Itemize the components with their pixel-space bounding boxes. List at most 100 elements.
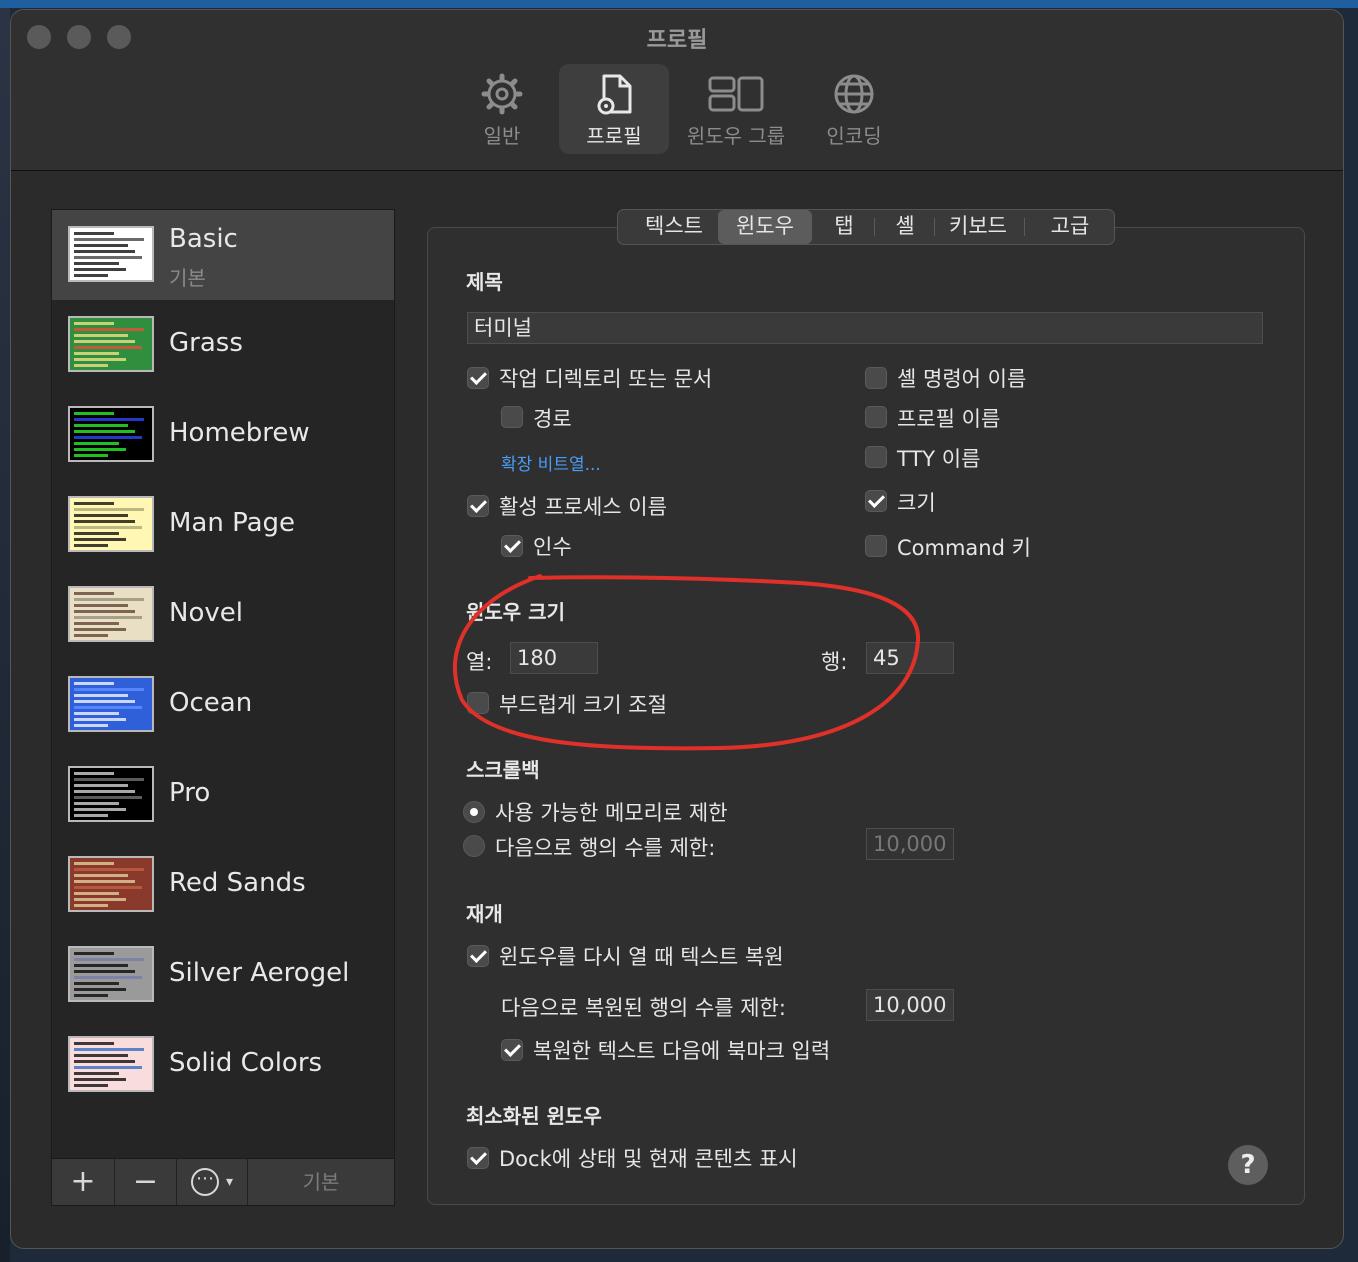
profile-thumbnail xyxy=(68,496,154,552)
profile-name: Basic xyxy=(169,224,238,254)
limit-memory-radio[interactable] xyxy=(463,801,485,823)
shell-command-label: 셸 명령어 이름 xyxy=(897,367,1027,391)
bookmark-checkbox[interactable] xyxy=(501,1039,523,1061)
profile-name-label: 프로필 이름 xyxy=(897,407,1001,431)
profile-thumbnail xyxy=(68,226,154,282)
restored-rows-input[interactable]: 10,000 xyxy=(866,989,954,1021)
toolbar-general[interactable]: 일반 xyxy=(447,64,557,154)
bookmark-label: 복원한 텍스트 다음에 북마크 입력 xyxy=(533,1039,831,1063)
settings-tabs: 텍스트 윈도우 탭 셸 키보드 고급 xyxy=(617,209,1115,245)
profile-name-checkbox[interactable] xyxy=(865,406,887,428)
thumbnail-line xyxy=(74,904,108,907)
thumbnail-line xyxy=(74,424,128,427)
profile-item-novel[interactable]: Novel xyxy=(52,570,394,660)
arguments-checkbox[interactable] xyxy=(501,535,523,557)
tab-separator xyxy=(1024,218,1025,236)
active-process-checkbox[interactable] xyxy=(467,495,489,517)
thumbnail-line xyxy=(74,604,128,607)
limit-rows-label: 다음으로 행의 수를 제한: xyxy=(495,836,716,860)
profile-thumbnail xyxy=(68,586,154,642)
thumbnail-line xyxy=(74,1078,126,1081)
smooth-resize-checkbox[interactable] xyxy=(467,692,489,714)
desktop-background xyxy=(0,0,1358,8)
profile-item-homebrew[interactable]: Homebrew xyxy=(52,390,394,480)
path-checkbox[interactable] xyxy=(501,406,523,428)
chevron-down-icon: ▾ xyxy=(225,1174,234,1190)
thumbnail-line xyxy=(74,262,119,265)
thumbnail-line xyxy=(74,238,144,241)
working-dir-checkbox[interactable] xyxy=(467,367,489,389)
tab-keyboard[interactable]: 키보드 xyxy=(942,210,1014,244)
dimensions-label: 크기 xyxy=(897,491,936,515)
dock-status-checkbox[interactable] xyxy=(467,1147,489,1169)
toolbar-window-groups[interactable]: 윈도우 그룹 xyxy=(679,64,793,154)
add-profile-button[interactable]: + xyxy=(52,1159,115,1205)
profile-item-solid-colors[interactable]: Solid Colors xyxy=(52,1020,394,1110)
rows-input[interactable]: 45 xyxy=(866,642,954,674)
dimensions-checkbox[interactable] xyxy=(865,490,887,512)
thumbnail-line xyxy=(74,334,128,337)
toolbar-profiles-label: 프로필 xyxy=(586,124,642,148)
profile-item-man-page[interactable]: Man Page xyxy=(52,480,394,570)
scrollback-heading: 스크롤백 xyxy=(466,758,540,782)
ellipsis-circle-icon: ⋯ xyxy=(190,1168,219,1196)
profile-default-badge: 기본 xyxy=(169,266,206,290)
tab-shell[interactable]: 셸 xyxy=(884,210,926,244)
thumbnail-line xyxy=(74,418,144,421)
thumbnail-line xyxy=(74,706,142,709)
profile-item-basic[interactable]: Basic 기본 xyxy=(52,210,394,300)
thumbnail-line xyxy=(74,268,126,271)
profile-item-pro[interactable]: Pro xyxy=(52,750,394,840)
globe-icon xyxy=(834,74,874,114)
thumbnail-line xyxy=(74,784,128,787)
shell-command-checkbox[interactable] xyxy=(865,367,887,389)
thumbnail-line xyxy=(74,880,135,883)
profile-item-grass[interactable]: Grass xyxy=(52,300,394,390)
profile-item-ocean[interactable]: Ocean xyxy=(52,660,394,750)
restore-text-checkbox[interactable] xyxy=(467,945,489,967)
tty-name-checkbox[interactable] xyxy=(865,446,887,468)
tab-advanced[interactable]: 고급 xyxy=(1034,210,1106,244)
thumbnail-line xyxy=(74,892,119,895)
thumbnail-line xyxy=(74,352,119,355)
smooth-resize-label: 부드럽게 크기 조절 xyxy=(499,693,667,717)
profile-thumbnail xyxy=(68,406,154,462)
help-button[interactable]: ? xyxy=(1228,1145,1268,1185)
encoding-link[interactable]: 확장 비트열... xyxy=(501,450,601,475)
thumbnail-line xyxy=(74,982,119,985)
thumbnail-line xyxy=(74,1072,119,1075)
tab-text[interactable]: 텍스트 xyxy=(626,210,722,244)
thumbnail-line xyxy=(74,256,142,259)
path-label: 경로 xyxy=(533,407,572,431)
command-key-checkbox[interactable] xyxy=(865,535,887,557)
toolbar-encodings[interactable]: 인코딩 xyxy=(799,64,909,154)
thumbnail-line xyxy=(74,976,142,979)
title-input[interactable]: 터미널 xyxy=(467,312,1263,344)
thumbnail-line xyxy=(74,994,108,997)
profile-name: Pro xyxy=(169,778,211,808)
scrollback-rows-input[interactable]: 10,000 xyxy=(866,828,954,860)
remove-profile-button[interactable]: − xyxy=(115,1159,177,1205)
thumbnail-line xyxy=(74,274,108,277)
thumbnail-line xyxy=(74,964,128,967)
profile-item-silver-aerogel[interactable]: Silver Aerogel xyxy=(52,930,394,1020)
tab-tab[interactable]: 탭 xyxy=(824,210,864,244)
profile-name: Man Page xyxy=(169,508,296,538)
active-process-label: 활성 프로세스 이름 xyxy=(499,495,667,519)
columns-input[interactable]: 180 xyxy=(510,642,598,674)
profile-item-red-sands[interactable]: Red Sands xyxy=(52,840,394,930)
more-actions-button[interactable]: ⋯ ▾ xyxy=(177,1159,248,1205)
profile-thumbnail xyxy=(68,1036,154,1092)
thumbnail-line xyxy=(74,340,135,343)
limit-rows-radio[interactable] xyxy=(463,835,485,857)
thumbnail-line xyxy=(74,412,114,415)
thumbnail-line xyxy=(74,808,126,811)
set-default-button[interactable]: 기본 xyxy=(248,1159,394,1205)
columns-label: 열: xyxy=(466,650,493,674)
limit-restored-label: 다음으로 복원된 행의 수를 제한: xyxy=(501,996,786,1020)
thumbnail-line xyxy=(74,952,114,955)
tab-window[interactable]: 윈도우 xyxy=(718,210,812,244)
profile-thumbnail xyxy=(68,676,154,732)
toolbar-window-groups-label: 윈도우 그룹 xyxy=(686,124,786,148)
toolbar-profiles[interactable]: 프로필 xyxy=(559,64,669,154)
